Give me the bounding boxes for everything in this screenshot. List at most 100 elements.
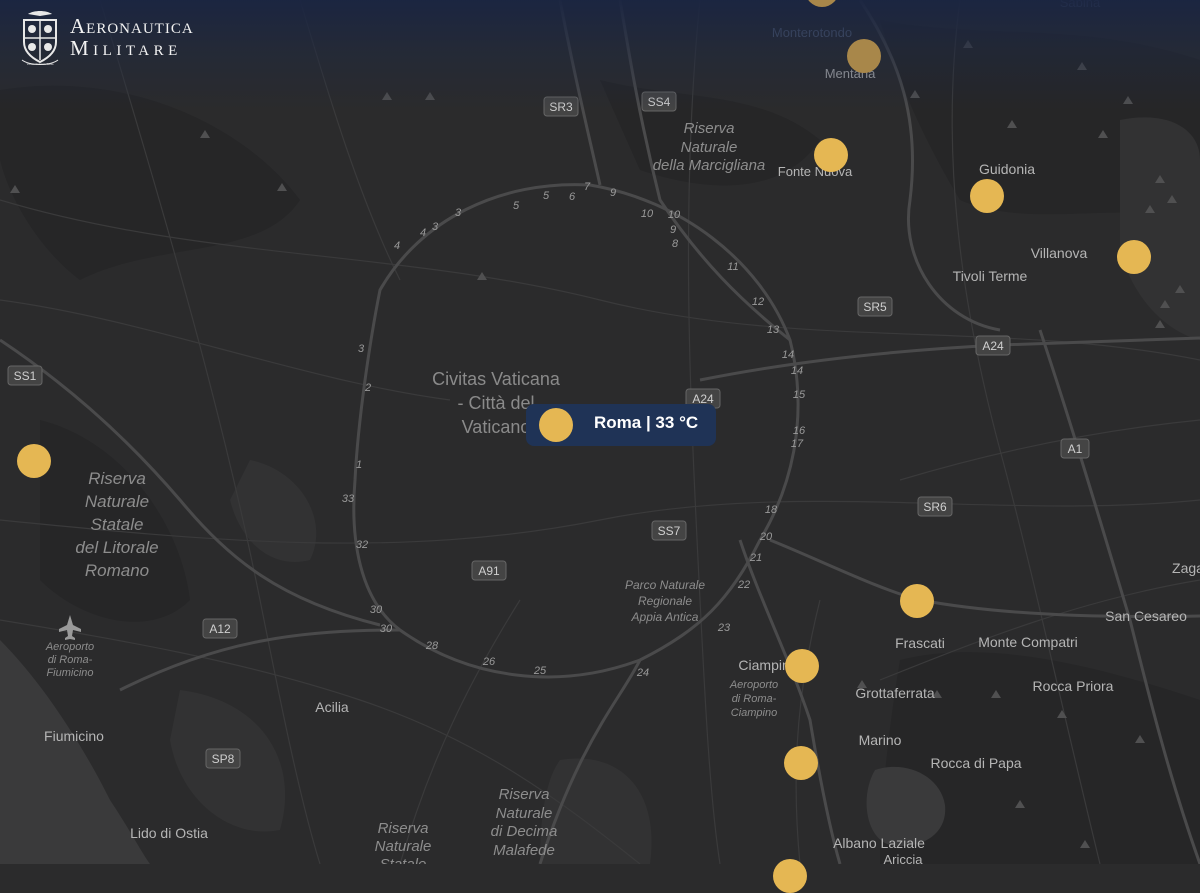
station-marker-guidonia[interactable]	[970, 179, 1004, 213]
svg-text:A1: A1	[1068, 442, 1083, 456]
svg-text:30: 30	[380, 623, 393, 635]
svg-text:30: 30	[370, 604, 383, 616]
svg-text:22: 22	[737, 579, 750, 591]
shield-sp8: SP8	[205, 748, 241, 769]
svg-text:4: 4	[394, 240, 400, 252]
svg-text:Rocca di Papa: Rocca di Papa	[930, 755, 1021, 771]
svg-text:Villanova: Villanova	[1031, 245, 1088, 261]
svg-text:Riserva: Riserva	[684, 120, 735, 137]
svg-text:SS4: SS4	[648, 95, 671, 109]
svg-text:3: 3	[358, 343, 365, 355]
station-marker-fiumicino-north[interactable]	[17, 444, 51, 478]
shield-a1: A1	[1060, 438, 1090, 459]
svg-text:Marino: Marino	[859, 732, 902, 748]
logo-line-1: Aeronautica	[70, 13, 194, 38]
svg-text:di Roma-: di Roma-	[48, 654, 93, 666]
svg-text:Rocca Priora: Rocca Priora	[1033, 678, 1114, 694]
svg-text:Monterotondo: Monterotondo	[772, 25, 852, 40]
svg-text:10: 10	[641, 208, 654, 220]
station-marker-marino-south[interactable]	[784, 746, 818, 780]
shield-sr3: SR3	[543, 96, 579, 117]
svg-text:28: 28	[425, 640, 439, 652]
svg-text:di Decima: di Decima	[491, 823, 558, 840]
svg-text:SR6: SR6	[923, 500, 947, 514]
svg-text:Statale: Statale	[380, 856, 427, 864]
svg-text:Tivoli Terme: Tivoli Terme	[953, 268, 1028, 284]
shield-a91: A91	[471, 560, 507, 581]
station-marker-albano[interactable]	[773, 859, 807, 893]
svg-text:12: 12	[752, 296, 764, 308]
svg-text:di Roma-: di Roma-	[732, 693, 777, 705]
svg-text:Civitas Vaticana: Civitas Vaticana	[432, 369, 561, 389]
station-popup-label: Roma | 33 °C	[594, 413, 699, 432]
svg-text:Aeroporto: Aeroporto	[45, 641, 94, 653]
aeronautica-militare-logo[interactable]: Virtute Siderum Tenus Aeronautica Milita…	[20, 8, 194, 66]
svg-text:5: 5	[513, 200, 520, 212]
svg-text:Statale: Statale	[91, 515, 144, 534]
svg-text:Aeroporto: Aeroporto	[729, 679, 778, 691]
station-marker-ciampino[interactable]	[785, 649, 819, 683]
svg-text:Naturale: Naturale	[681, 139, 738, 156]
label-aeroporto-ciampino: Aeroporto di Roma- Ciampino	[729, 679, 778, 719]
svg-text:6: 6	[569, 191, 576, 203]
shield-sr6: SR6	[917, 496, 953, 517]
svg-text:Riserva: Riserva	[499, 786, 550, 803]
station-marker-fonte-nuova[interactable]	[814, 138, 848, 172]
svg-text:5: 5	[543, 190, 550, 202]
svg-text:SR3: SR3	[549, 100, 573, 114]
svg-text:del Litorale: del Litorale	[75, 538, 158, 557]
svg-text:1: 1	[356, 459, 362, 471]
station-marker-frascati[interactable]	[900, 584, 934, 618]
shield-ss7: SS7	[651, 520, 687, 541]
shield-a24: A24	[975, 335, 1011, 356]
svg-text:Virtute Siderum Tenus: Virtute Siderum Tenus	[26, 62, 54, 66]
station-marker-mentana[interactable]	[847, 39, 881, 73]
svg-text:8: 8	[672, 238, 679, 250]
svg-text:4: 4	[420, 227, 426, 239]
label-aeroporto-fiumicino: Aeroporto di Roma- Fiumicino	[45, 641, 94, 679]
svg-text:A24: A24	[982, 339, 1004, 353]
svg-text:Appia Antica: Appia Antica	[631, 610, 699, 624]
svg-text:Fiumicino: Fiumicino	[44, 728, 104, 744]
svg-text:Vaticano: Vaticano	[462, 417, 531, 437]
svg-text:San Cesareo: San Cesareo	[1105, 608, 1187, 624]
station-marker-roma[interactable]	[539, 408, 573, 442]
station-marker-tivoli[interactable]	[1117, 240, 1151, 274]
svg-text:9: 9	[670, 224, 676, 236]
shield-ss4: SS4	[641, 91, 677, 112]
svg-text:Lido di Ostia: Lido di Ostia	[130, 825, 208, 841]
svg-text:14: 14	[782, 349, 794, 361]
svg-text:Regionale: Regionale	[638, 594, 692, 608]
shield-sr5: SR5	[857, 296, 893, 317]
svg-text:- Città del: - Città del	[457, 393, 534, 413]
svg-text:Parco Naturale: Parco Naturale	[625, 578, 705, 592]
svg-text:Riserva: Riserva	[378, 820, 429, 837]
logo-line-2: Militare	[70, 36, 182, 60]
svg-text:11: 11	[727, 261, 738, 273]
svg-text:Naturale: Naturale	[496, 805, 553, 822]
svg-text:A91: A91	[478, 564, 500, 578]
svg-text:SP8: SP8	[212, 752, 235, 766]
svg-text:Romano: Romano	[85, 561, 149, 580]
svg-text:26: 26	[482, 656, 496, 668]
svg-text:15: 15	[793, 389, 806, 401]
svg-text:Fiumicino: Fiumicino	[46, 667, 93, 679]
svg-text:Malafede: Malafede	[493, 842, 555, 859]
emblem-icon: Virtute Siderum Tenus	[21, 11, 59, 66]
label-decima: Riserva Naturale di Decima Malafede	[491, 786, 558, 859]
svg-text:24: 24	[636, 667, 649, 679]
svg-text:Albano Laziale: Albano Laziale	[833, 835, 925, 851]
svg-text:7: 7	[584, 181, 591, 193]
svg-text:23: 23	[717, 622, 731, 634]
svg-text:18: 18	[765, 504, 778, 516]
svg-text:25: 25	[533, 665, 547, 677]
svg-text:20: 20	[759, 531, 773, 543]
svg-text:3: 3	[455, 207, 462, 219]
svg-text:16: 16	[793, 425, 806, 437]
svg-text:Zaga: Zaga	[1172, 560, 1200, 576]
svg-text:Riserva: Riserva	[88, 469, 146, 488]
svg-text:SR5: SR5	[863, 300, 887, 314]
svg-text:Guidonia: Guidonia	[979, 161, 1035, 177]
svg-text:SS7: SS7	[658, 524, 681, 538]
svg-text:3: 3	[432, 221, 439, 233]
